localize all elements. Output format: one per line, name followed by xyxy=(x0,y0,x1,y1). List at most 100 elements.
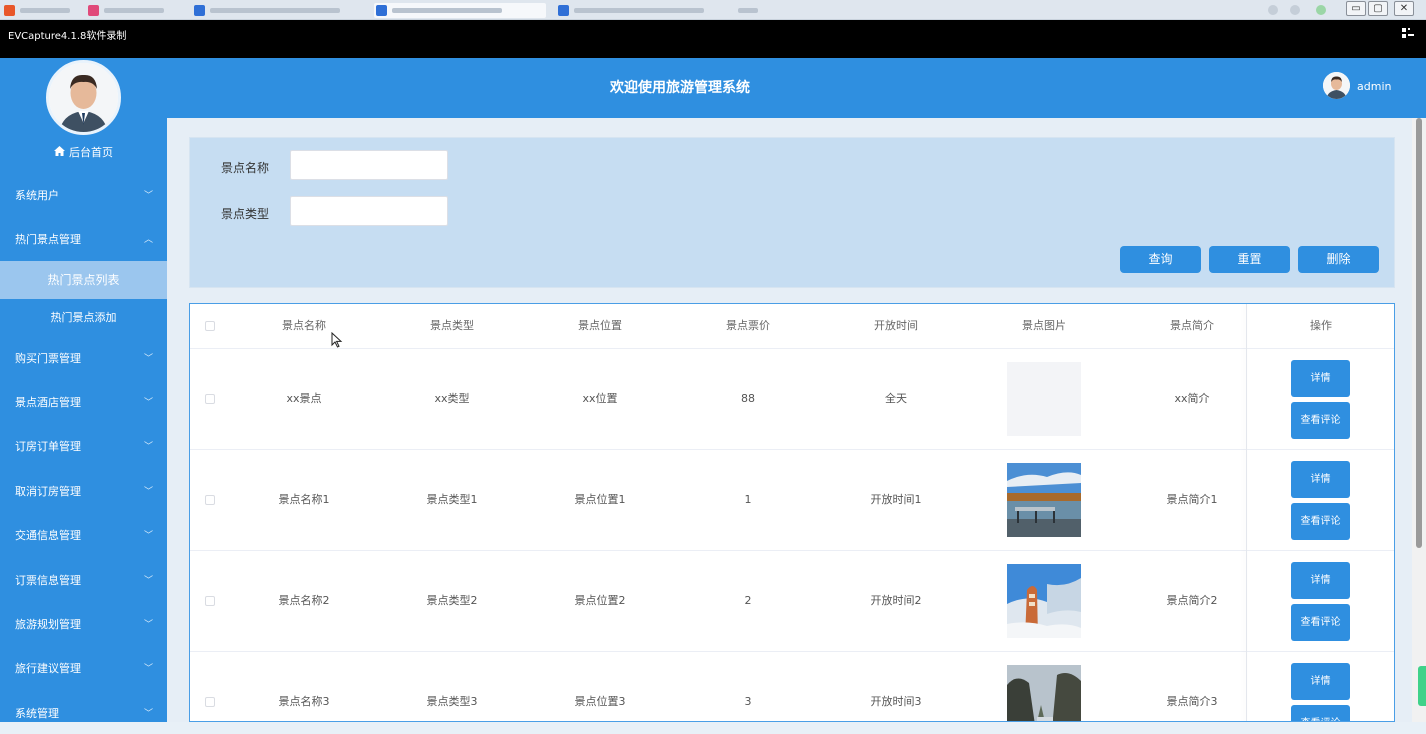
select-all-checkbox[interactable] xyxy=(205,321,215,331)
spot-type-input[interactable] xyxy=(290,196,448,226)
minimize-button[interactable]: ▭ xyxy=(1346,1,1366,16)
cell-price: 2 xyxy=(744,594,752,607)
sidebar-menu-tickets[interactable]: 购买门票管理 ﹀ xyxy=(0,339,167,379)
mouse-cursor-icon xyxy=(331,332,343,348)
sidebar-menu-label: 旅游规划管理 xyxy=(15,618,81,631)
cell-type: 景点类型1 xyxy=(426,493,478,506)
sidebar-menu-label: 交通信息管理 xyxy=(15,529,81,542)
sidebar-subitem-hot-spot-list[interactable]: 热门景点列表 xyxy=(0,261,167,299)
cell-price: 88 xyxy=(741,392,755,405)
sidebar-menu-transport[interactable]: 交通信息管理 ﹀ xyxy=(0,516,167,556)
cell-open-time: 开放时间1 xyxy=(870,493,922,506)
reset-button[interactable]: 重置 xyxy=(1209,246,1290,273)
close-button[interactable]: ✕ xyxy=(1394,1,1414,16)
sidebar-home[interactable]: 后台首页 xyxy=(0,142,167,164)
user-avatar[interactable] xyxy=(1323,72,1350,99)
spot-type-label: 景点类型 xyxy=(221,207,270,221)
sidebar-menu-travel-plans[interactable]: 旅游规划管理 ﹀ xyxy=(0,605,167,645)
side-float-tab[interactable] xyxy=(1418,666,1426,706)
browser-tab[interactable] xyxy=(192,3,364,18)
sidebar-menu-label: 系统用户 xyxy=(15,189,59,202)
sidebar-menu-ticket-info[interactable]: 订票信息管理 ﹀ xyxy=(0,561,167,601)
col-header-type[interactable]: 景点类型 xyxy=(378,304,526,348)
col-header-image[interactable]: 景点图片 xyxy=(970,304,1118,348)
sidebar-menu-system-users[interactable]: 系统用户 ﹀ xyxy=(0,176,167,216)
browser-new-tab[interactable] xyxy=(734,3,764,18)
delete-button[interactable]: 删除 xyxy=(1298,246,1379,273)
person-avatar-icon xyxy=(1323,72,1350,99)
user-name[interactable]: admin xyxy=(1357,80,1391,93)
avatar xyxy=(46,60,121,135)
sidebar-subitem-label: 热门景点列表 xyxy=(47,273,120,287)
row-checkbox[interactable] xyxy=(205,697,215,707)
sidebar-menu-hot-spots[interactable]: 热门景点管理 ︿ xyxy=(0,220,167,260)
frost-stone-photo-icon[interactable] xyxy=(1007,564,1081,638)
chevron-down-icon: ﹀ xyxy=(143,398,153,408)
chevron-down-icon: ﹀ xyxy=(143,576,153,586)
row-checkbox[interactable] xyxy=(205,596,215,606)
col-header-price[interactable]: 景点票价 xyxy=(674,304,822,348)
sidebar-menu-label: 景点酒店管理 xyxy=(15,396,81,409)
sidebar-menu-hotels[interactable]: 景点酒店管理 ﹀ xyxy=(0,383,167,423)
chevron-down-icon: ﹀ xyxy=(143,531,153,541)
sidebar-menu-label: 购买门票管理 xyxy=(15,352,81,365)
query-button[interactable]: 查询 xyxy=(1120,246,1201,273)
table-row: 景点名称1 景点类型1 景点位置1 1 开放时间1 景点简介1 详情 查看评论 xyxy=(190,450,1394,551)
view-comments-button[interactable]: 查看评论 xyxy=(1291,503,1350,540)
chevron-down-icon: ﹀ xyxy=(143,709,153,719)
browser-tab-strip: ▭ ▢ ✕ xyxy=(0,0,1426,20)
col-header-intro[interactable]: 景点简介 xyxy=(1118,304,1266,348)
detail-button[interactable]: 详情 xyxy=(1291,663,1350,700)
detail-button[interactable]: 详情 xyxy=(1291,360,1350,397)
detail-button[interactable]: 详情 xyxy=(1291,562,1350,599)
col-header-open-time[interactable]: 开放时间 xyxy=(822,304,970,348)
mountain-cliff-photo-icon[interactable] xyxy=(1007,665,1081,721)
page-scrollbar[interactable] xyxy=(1412,118,1426,722)
sidebar-subitem-label: 热门景点添加 xyxy=(50,311,117,324)
spot-name-input[interactable] xyxy=(290,150,448,180)
browser-tab[interactable] xyxy=(86,3,186,18)
view-comments-button[interactable]: 查看评论 xyxy=(1291,604,1350,641)
grid-icon[interactable] xyxy=(1402,28,1414,43)
sidebar-menu-cancel-rooms[interactable]: 取消订房管理 ﹀ xyxy=(0,472,167,512)
recorder-bar: EVCapture4.1.8软件录制 xyxy=(0,20,1426,58)
chevron-down-icon: ﹀ xyxy=(143,191,153,201)
sidebar-menu-label: 热门景点管理 xyxy=(15,233,81,246)
sidebar-menu-room-orders[interactable]: 订房订单管理 ﹀ xyxy=(0,427,167,467)
cell-type: 景点类型2 xyxy=(426,594,478,607)
sidebar-menu-travel-advice[interactable]: 旅行建议管理 ﹀ xyxy=(0,649,167,689)
browser-tab[interactable] xyxy=(374,3,546,18)
sidebar-subitem-hot-spot-add[interactable]: 热门景点添加 xyxy=(0,299,167,337)
toolbar-icon xyxy=(1316,5,1326,15)
cell-open-time: 全天 xyxy=(885,392,907,405)
cell-location: 景点位置1 xyxy=(574,493,626,506)
col-header-location[interactable]: 景点位置 xyxy=(526,304,674,348)
cell-open-time: 开放时间3 xyxy=(870,695,922,708)
sidebar-menu-system[interactable]: 系统管理 ﹀ xyxy=(0,694,167,734)
cell-intro: 景点简介2 xyxy=(1166,594,1218,607)
row-checkbox[interactable] xyxy=(205,495,215,505)
lake-pier-photo-icon[interactable] xyxy=(1007,463,1081,537)
cell-intro: xx简介 xyxy=(1174,392,1210,405)
detail-button[interactable]: 详情 xyxy=(1291,461,1350,498)
cell-type: xx类型 xyxy=(434,392,470,405)
toolbar-icon xyxy=(1268,5,1278,15)
scroll-thumb[interactable] xyxy=(1416,118,1422,548)
cell-name: 景点名称1 xyxy=(278,493,330,506)
table-row: 景点名称3 景点类型3 景点位置3 3 开放时间3 景点简介3 详情 查看评论 xyxy=(190,652,1394,721)
sidebar-menu-label: 订票信息管理 xyxy=(15,574,81,587)
col-header-name[interactable]: 景点名称 xyxy=(230,304,378,348)
view-comments-button[interactable]: 查看评论 xyxy=(1291,705,1350,721)
browser-tab[interactable] xyxy=(556,3,728,18)
row-checkbox[interactable] xyxy=(205,394,215,404)
chevron-up-icon: ︿ xyxy=(143,235,153,245)
cell-price: 3 xyxy=(744,695,752,708)
view-comments-button[interactable]: 查看评论 xyxy=(1291,402,1350,439)
maximize-button[interactable]: ▢ xyxy=(1368,1,1388,16)
cell-intro: 景点简介3 xyxy=(1166,695,1218,708)
cell-location: xx位置 xyxy=(582,392,618,405)
person-avatar-icon xyxy=(49,63,118,132)
browser-tab[interactable] xyxy=(2,3,82,18)
cell-type: 景点类型3 xyxy=(426,695,478,708)
sidebar-home-label: 后台首页 xyxy=(69,146,113,159)
